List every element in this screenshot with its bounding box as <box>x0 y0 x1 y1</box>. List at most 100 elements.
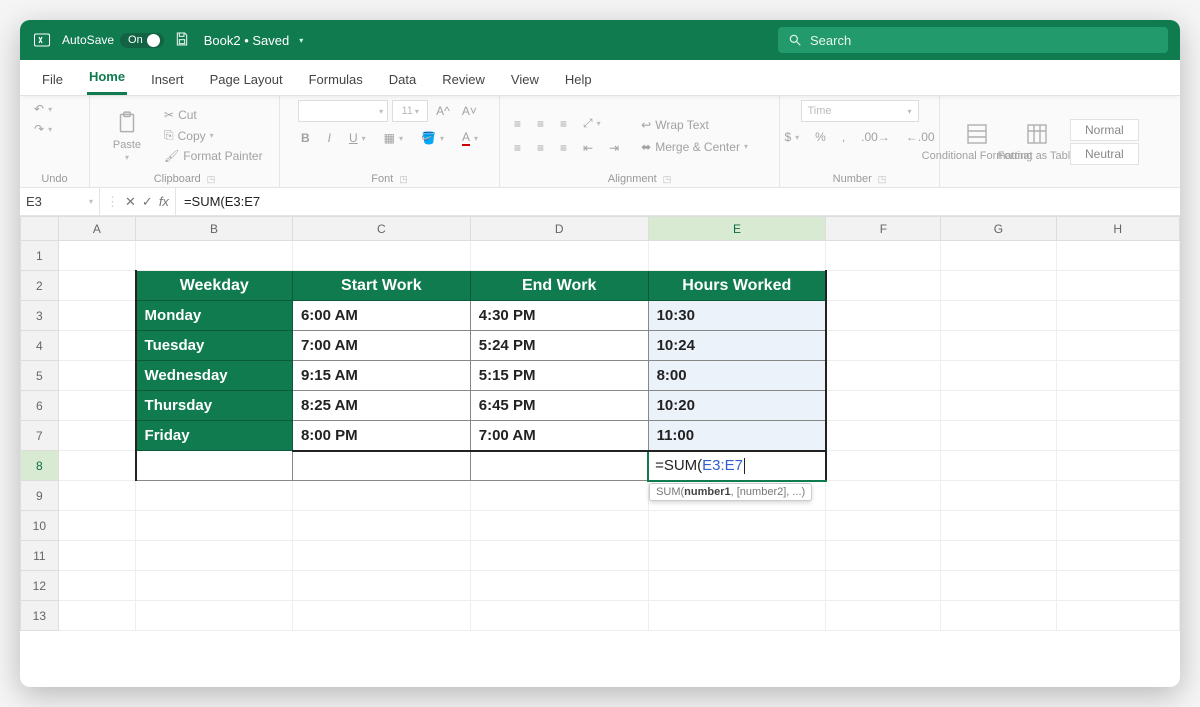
cell-A12[interactable] <box>58 571 135 601</box>
cell-H2[interactable] <box>1056 271 1180 301</box>
style-normal[interactable]: Normal <box>1070 119 1139 141</box>
formula-input[interactable]: =SUM(E3:E7 <box>176 188 1180 215</box>
spreadsheet-grid[interactable]: ABCDEFGH12WeekdayStart WorkEnd WorkHours… <box>20 216 1180 687</box>
cell-F8[interactable] <box>826 451 941 481</box>
save-icon[interactable] <box>174 31 190 50</box>
cell-A6[interactable] <box>58 391 135 421</box>
format-as-table-button[interactable]: Format as Table <box>1010 118 1064 164</box>
row-header-3[interactable]: 3 <box>21 301 59 331</box>
cell-C7[interactable]: 8:00 PM <box>292 421 470 451</box>
tab-file[interactable]: File <box>40 64 65 95</box>
cell-B11[interactable] <box>136 541 293 571</box>
col-header-D[interactable]: D <box>470 217 648 241</box>
cell-D4[interactable]: 5:24 PM <box>470 331 648 361</box>
cell-D3[interactable]: 4:30 PM <box>470 301 648 331</box>
align-top-icon[interactable]: ≡ <box>510 115 525 133</box>
cut-button[interactable]: ✂Cut <box>160 106 267 124</box>
cell-H8[interactable] <box>1056 451 1180 481</box>
col-header-B[interactable]: B <box>136 217 293 241</box>
align-middle-icon[interactable]: ≡ <box>533 115 548 133</box>
cell-A4[interactable] <box>58 331 135 361</box>
cell-C10[interactable] <box>292 511 470 541</box>
cell-H3[interactable] <box>1056 301 1180 331</box>
cell-G9[interactable] <box>941 481 1056 511</box>
cell-F5[interactable] <box>826 361 941 391</box>
enter-formula-icon[interactable]: ✓ <box>142 194 153 210</box>
cell-A5[interactable] <box>58 361 135 391</box>
cell-C6[interactable]: 8:25 AM <box>292 391 470 421</box>
cell-C8[interactable] <box>292 451 470 481</box>
cell-B2[interactable]: Weekday <box>136 271 293 301</box>
cell-H10[interactable] <box>1056 511 1180 541</box>
decrease-indent-icon[interactable]: ⇤ <box>579 139 597 157</box>
row-header-5[interactable]: 5 <box>21 361 59 391</box>
cell-C12[interactable] <box>292 571 470 601</box>
cell-C2[interactable]: Start Work <box>292 271 470 301</box>
col-header-G[interactable]: G <box>941 217 1056 241</box>
border-button[interactable]: ▦▾ <box>380 129 407 147</box>
cell-G1[interactable] <box>941 241 1056 271</box>
cell-G10[interactable] <box>941 511 1056 541</box>
conditional-formatting-button[interactable]: Conditional Formatting <box>950 118 1004 164</box>
cell-D11[interactable] <box>470 541 648 571</box>
cell-G8[interactable] <box>941 451 1056 481</box>
tab-home[interactable]: Home <box>87 61 127 95</box>
cell-E5[interactable]: 8:00 <box>648 361 826 391</box>
cell-C11[interactable] <box>292 541 470 571</box>
cell-D1[interactable] <box>470 241 648 271</box>
cell-G12[interactable] <box>941 571 1056 601</box>
cell-F9[interactable] <box>826 481 941 511</box>
cell-B12[interactable] <box>136 571 293 601</box>
row-header-9[interactable]: 9 <box>21 481 59 511</box>
tab-page-layout[interactable]: Page Layout <box>208 64 285 95</box>
cell-G7[interactable] <box>941 421 1056 451</box>
cell-B6[interactable]: Thursday <box>136 391 293 421</box>
select-all-corner[interactable] <box>21 217 59 241</box>
cell-B7[interactable]: Friday <box>136 421 293 451</box>
col-header-H[interactable]: H <box>1056 217 1180 241</box>
cell-F12[interactable] <box>826 571 941 601</box>
cell-A13[interactable] <box>58 601 135 631</box>
row-header-10[interactable]: 10 <box>21 511 59 541</box>
tab-review[interactable]: Review <box>440 64 487 95</box>
cell-B5[interactable]: Wednesday <box>136 361 293 391</box>
cell-B9[interactable] <box>136 481 293 511</box>
tab-formulas[interactable]: Formulas <box>307 64 365 95</box>
cell-B1[interactable] <box>136 241 293 271</box>
cell-C1[interactable] <box>292 241 470 271</box>
cell-B8[interactable] <box>136 451 293 481</box>
underline-button[interactable]: U▾ <box>345 129 370 147</box>
paste-button[interactable]: Paste ▾ <box>100 107 154 164</box>
cell-F4[interactable] <box>826 331 941 361</box>
cell-A9[interactable] <box>58 481 135 511</box>
name-box[interactable]: E3▾ <box>20 188 100 215</box>
cell-G3[interactable] <box>941 301 1056 331</box>
cell-F7[interactable] <box>826 421 941 451</box>
cell-B13[interactable] <box>136 601 293 631</box>
decrease-font-icon[interactable]: A˅ <box>458 102 481 120</box>
cell-G13[interactable] <box>941 601 1056 631</box>
autosave-toggle[interactable]: AutoSave On <box>62 33 164 48</box>
tab-help[interactable]: Help <box>563 64 594 95</box>
cell-G4[interactable] <box>941 331 1056 361</box>
accounting-format-icon[interactable]: $▾ <box>780 128 803 146</box>
cell-B10[interactable] <box>136 511 293 541</box>
redo-button[interactable]: ↷▾ <box>30 120 56 138</box>
row-header-7[interactable]: 7 <box>21 421 59 451</box>
cell-E8[interactable]: =SUM(E3:E7SUM(number1, [number2], ...) <box>648 451 826 481</box>
cell-B4[interactable]: Tuesday <box>136 331 293 361</box>
align-right-icon[interactable]: ≡ <box>556 139 571 157</box>
cell-C4[interactable]: 7:00 AM <box>292 331 470 361</box>
cell-E6[interactable]: 10:20 <box>648 391 826 421</box>
cell-D7[interactable]: 7:00 AM <box>470 421 648 451</box>
cell-E13[interactable] <box>648 601 826 631</box>
cell-E10[interactable] <box>648 511 826 541</box>
cell-E3[interactable]: 10:30 <box>648 301 826 331</box>
italic-button[interactable]: I <box>324 129 335 147</box>
search-input[interactable]: Search <box>778 27 1168 53</box>
cell-H1[interactable] <box>1056 241 1180 271</box>
row-header-12[interactable]: 12 <box>21 571 59 601</box>
style-neutral[interactable]: Neutral <box>1070 143 1139 165</box>
row-header-4[interactable]: 4 <box>21 331 59 361</box>
col-header-E[interactable]: E <box>648 217 826 241</box>
